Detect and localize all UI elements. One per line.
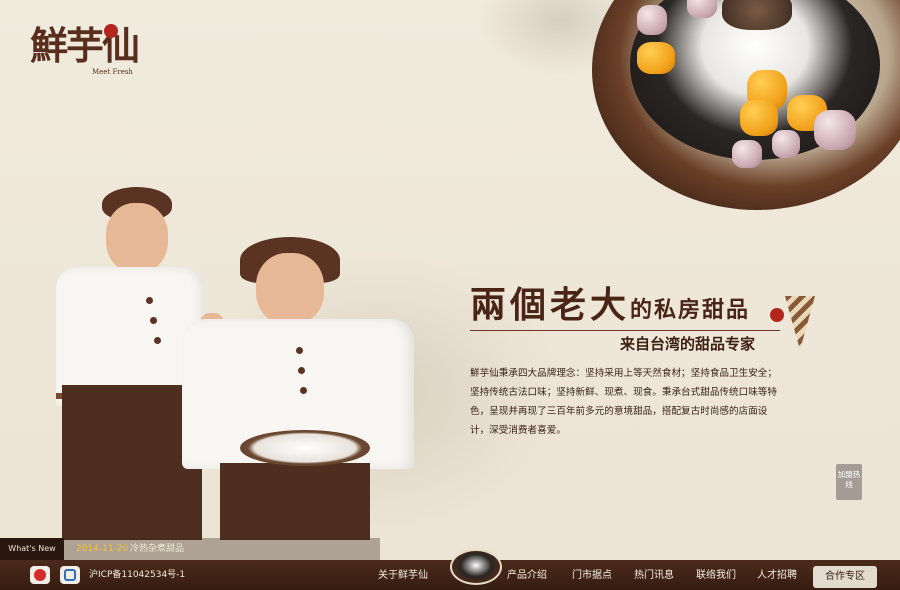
hero-intro-text: 鮮芋仙秉承四大品牌理念：坚持采用上等天然食材；坚持食品卫生安全；坚持传统古法口味… bbox=[470, 368, 777, 436]
news-link[interactable]: 冷热杂煮甜品 bbox=[130, 538, 184, 560]
brand-name: 鮮芋仙 bbox=[30, 23, 140, 68]
taro-ball bbox=[687, 0, 717, 18]
headline-seal-icon bbox=[770, 308, 784, 322]
logo-seal-icon bbox=[104, 24, 118, 38]
whats-new-bar: What's New 2014-11-20 冷热杂煮甜品 bbox=[0, 538, 900, 560]
brand-logo[interactable]: 鮮芋仙 Meet Fresh bbox=[30, 22, 140, 82]
tencent-weibo-icon[interactable] bbox=[60, 566, 80, 584]
hero-headline: 兩個老大的私房甜品 bbox=[470, 276, 750, 328]
sina-weibo-icon[interactable] bbox=[30, 566, 50, 584]
red-bean-topping bbox=[722, 0, 792, 30]
cooperation-button[interactable]: 合作专区 bbox=[813, 566, 877, 588]
taro-ball-plate-image bbox=[240, 430, 370, 466]
nav-stores[interactable]: 门市据点 bbox=[572, 560, 612, 590]
nav-contact[interactable]: 联络我们 bbox=[696, 560, 736, 590]
taro-ball bbox=[772, 130, 800, 158]
icp-license: 沪ICP备11042534号-1 bbox=[89, 570, 186, 580]
nav-dessert-bowl-icon bbox=[450, 549, 502, 585]
taro-ball bbox=[637, 5, 667, 35]
brand-tagline: Meet Fresh bbox=[92, 68, 133, 76]
nav-news[interactable]: 热门讯息 bbox=[634, 560, 674, 590]
chef-woman-photo bbox=[180, 235, 420, 540]
franchise-side-tab[interactable]: 加盟热线 bbox=[836, 464, 862, 500]
yam-ball bbox=[637, 42, 675, 74]
nav-about[interactable]: 关于鲜芋仙 bbox=[378, 560, 428, 590]
hero-headline-tail: 的私房甜品 bbox=[630, 297, 751, 323]
nav-careers[interactable]: 人才招聘 bbox=[757, 560, 797, 590]
news-date: 2014-11-20 bbox=[76, 544, 129, 554]
taro-ball bbox=[814, 110, 856, 150]
yam-ball bbox=[740, 100, 778, 136]
hero-subtitle: 来自台湾的甜品专家 bbox=[620, 335, 756, 353]
nav-products[interactable]: 产品介绍 bbox=[507, 560, 547, 590]
headline-divider bbox=[470, 330, 780, 331]
taro-ball bbox=[732, 140, 762, 168]
whats-new-label: What's New bbox=[0, 538, 64, 560]
hero-headline-main: 兩個老大 bbox=[470, 284, 631, 326]
